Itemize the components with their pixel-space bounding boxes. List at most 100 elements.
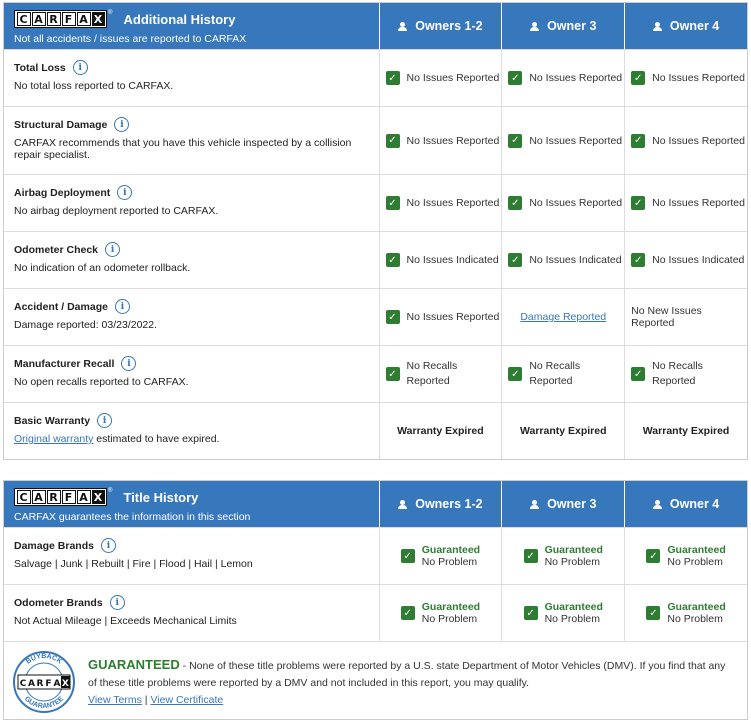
status-text: No Issues Reported: [406, 72, 500, 84]
owner-column-header: Owner 4: [624, 3, 747, 49]
history-row: Airbag Deployment i No airbag deployment r…: [4, 174, 747, 231]
logo-letter: C: [16, 490, 31, 504]
row-label-cell: Structural Damage i CARFAX recommends that…: [4, 107, 379, 174]
checkmark-icon: ✓: [400, 549, 415, 563]
person-icon: [652, 21, 662, 31]
guarantee-footer: BUYBACK GUARANTEE C A R F A X GUARANTEED…: [4, 641, 747, 719]
badge-letter: R: [37, 679, 44, 689]
owner-guarantee-cell: ✓ Guaranteed No Problem: [624, 585, 747, 641]
checkmark-icon: ✓: [385, 310, 400, 324]
row-label-cell: Accident / Damage i Damage reported: 03/23…: [4, 289, 379, 345]
logo-letters: C A R F A X: [14, 10, 107, 28]
logo-letter: R: [46, 12, 61, 26]
owner-status-cell: ✓ No Recalls Reported: [501, 346, 624, 402]
info-icon[interactable]: i: [121, 356, 137, 371]
registered-mark: ®: [108, 488, 113, 494]
info-icon[interactable]: i: [114, 299, 130, 314]
guarantee-text: GUARANTEED - None of these title problem…: [84, 642, 747, 719]
history-row: Odometer Check i No indication of an odome…: [4, 231, 747, 288]
logo-letter: X: [91, 12, 105, 26]
owner-label: Owner 3: [547, 19, 597, 33]
owner-status-cell: ✓ No Issues Reported: [501, 107, 624, 174]
checkmark-icon: ✓: [523, 549, 538, 563]
status-text: No Issues Indicated: [529, 254, 622, 266]
owner-status-cell: ✓ No Issues Reported: [378, 107, 502, 174]
guaranteed-label: Guaranteed: [667, 544, 726, 556]
logo-letter: A: [31, 12, 46, 26]
row-label-cell: Damage Brands i Salvage | Junk | Rebuilt |…: [4, 528, 379, 584]
owner-status-cell: ✓ No Issues Reported: [501, 50, 624, 106]
history-row: Manufacturer Recall i No open recalls repo…: [4, 345, 747, 402]
status-text: No Issues Indicated: [652, 254, 745, 266]
guaranteed-label: Guaranteed: [544, 544, 603, 556]
logo-letter: X: [91, 490, 105, 504]
row-title-text: Odometer Check: [14, 243, 99, 256]
row-title: Basic Warranty i: [14, 413, 369, 428]
guaranteed-label: Guaranteed: [421, 544, 481, 556]
person-icon: [530, 21, 540, 31]
owner-column-header: Owners 1-2: [378, 481, 502, 527]
row-label-cell: Airbag Deployment i No airbag deployment r…: [4, 175, 379, 231]
owner-label: Owner 4: [669, 19, 720, 33]
owner-column-header: Owner 3: [501, 481, 624, 527]
guaranteed-label: Guaranteed: [667, 601, 726, 613]
info-icon[interactable]: i: [100, 538, 116, 553]
guarantee-status: Guaranteed No Problem: [545, 601, 603, 625]
no-problem-label: No Problem: [667, 613, 723, 625]
row-label-cell: Odometer Check i No indication of an odome…: [4, 232, 379, 288]
logo-letter: F: [61, 490, 76, 504]
owner-status-cell: ✓ No Recalls Reported: [624, 346, 747, 402]
owner-guarantee-cell: ✓ Guaranteed No Problem: [501, 585, 624, 641]
header-left: C A R F A X ® Title History CARFAX guara…: [4, 481, 379, 527]
damage-reported-link[interactable]: Damage Reported: [520, 311, 606, 323]
no-problem-label: No Problem: [667, 556, 723, 568]
owner-column-header: Owner 4: [624, 481, 747, 527]
row-title-text: Airbag Deployment: [14, 186, 111, 199]
info-icon[interactable]: i: [114, 117, 130, 132]
info-icon[interactable]: i: [105, 242, 121, 257]
row-description: CARFAX recommends that you have this veh…: [14, 137, 352, 161]
row-title-text: Manufacturer Recall: [14, 357, 115, 370]
title-history-rows: Damage Brands i Salvage | Junk | Rebuilt |…: [4, 527, 747, 641]
row-description: No open recalls reported to CARFAX.: [14, 376, 189, 388]
row-description-rest: estimated to have expired.: [93, 433, 220, 445]
title-history-header: C A R F A X ® Title History CARFAX guara…: [4, 481, 747, 527]
checkmark-icon: ✓: [508, 133, 523, 148]
badge-letter: A: [54, 679, 61, 689]
row-label-cell: Odometer Brands i Not Actual Mileage | Exc…: [4, 585, 379, 641]
title-history-section: C A R F A X ® Title History CARFAX guara…: [3, 480, 748, 720]
row-title: Airbag Deployment i: [14, 185, 369, 200]
info-icon[interactable]: i: [109, 595, 125, 610]
no-problem-label: No Problem: [421, 556, 478, 568]
owner-column-header: Owner 3: [501, 3, 624, 49]
row-label-cell: Basic Warranty i Original warranty estimat…: [4, 403, 379, 459]
guarantee-status: Guaranteed No Problem: [545, 544, 603, 568]
buyback-badge-icon: BUYBACK GUARANTEE C A R F A X: [13, 651, 75, 713]
owner-status-cell: ✓ No Issues Reported: [624, 107, 747, 174]
original-warranty-link[interactable]: Original warranty: [14, 433, 93, 445]
info-icon[interactable]: i: [97, 413, 113, 428]
checkmark-icon: ✓: [631, 196, 646, 210]
owner-status-cell: Damage Reported: [501, 289, 624, 345]
history-row: Accident / Damage i Damage reported: 03/23…: [4, 288, 747, 345]
info-icon[interactable]: i: [117, 185, 133, 200]
view-certificate-link[interactable]: View Certificate: [150, 694, 223, 706]
additional-history-header: C A R F A X ® Additional History Not all…: [4, 3, 747, 49]
person-icon: [398, 21, 408, 31]
checkmark-icon: ✓: [631, 367, 646, 381]
guarantee-status: Guaranteed No Problem: [422, 544, 480, 568]
checkmark-icon: ✓: [385, 253, 400, 267]
title-history-row: Damage Brands i Salvage | Junk | Rebuilt |…: [4, 527, 747, 584]
status-text: No Recalls Reported: [652, 360, 703, 387]
status-text: No Issues Reported: [652, 134, 745, 147]
row-title: Damage Brands i: [14, 538, 369, 553]
badge-letter: F: [45, 679, 51, 689]
owner-guarantee-cell: ✓ Guaranteed No Problem: [624, 528, 747, 584]
no-problem-label: No Problem: [544, 556, 601, 568]
owner-label: Owner 3: [547, 497, 597, 511]
checkmark-icon: ✓: [508, 253, 523, 267]
view-terms-link[interactable]: View Terms: [88, 694, 142, 706]
info-icon[interactable]: i: [72, 60, 88, 75]
row-title-text: Accident / Damage: [14, 300, 108, 313]
owner-status-cell: Warranty Expired: [624, 403, 747, 459]
